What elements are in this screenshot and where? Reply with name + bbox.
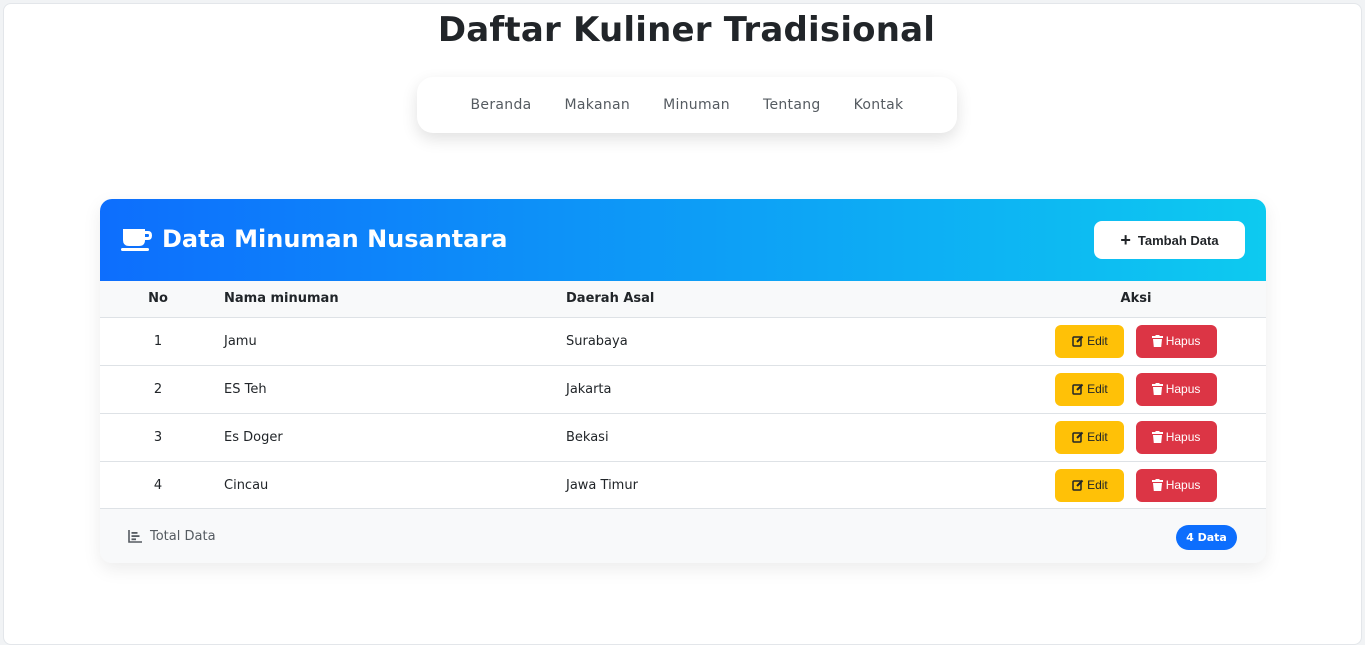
nav-link-tentang[interactable]: Tentang — [746, 97, 837, 113]
cell-name: Cincau — [216, 461, 566, 510]
delete-label: Hapus — [1165, 430, 1201, 444]
add-data-label: Tambah Data — [1137, 232, 1219, 248]
trash-icon — [1151, 383, 1163, 395]
cell-region: Bekasi — [566, 413, 1006, 462]
trash-icon — [1151, 335, 1163, 347]
nav-link-kontak[interactable]: Kontak — [837, 97, 920, 113]
delete-button[interactable]: Hapus — [1135, 324, 1217, 358]
table-row: 3 Es Doger Bekasi Edit Hapus — [100, 413, 1266, 462]
cell-action: Edit Hapus — [1006, 461, 1266, 510]
cell-no: 4 — [100, 461, 216, 510]
edit-label: Edit — [1087, 334, 1108, 348]
card-title: Data Minuman Nusantara — [120, 225, 508, 253]
card-title-text: Data Minuman Nusantara — [162, 225, 508, 253]
cell-region: Jakarta — [566, 365, 1006, 414]
table-header-row: No Nama minuman Daerah Asal Aksi — [100, 281, 1266, 318]
delete-label: Hapus — [1165, 478, 1201, 492]
table-row: 2 ES Teh Jakarta Edit Hapus — [100, 365, 1266, 414]
edit-icon — [1072, 383, 1084, 395]
edit-button[interactable]: Edit — [1055, 372, 1125, 406]
header-action: Aksi — [1006, 281, 1266, 318]
edit-button[interactable]: Edit — [1055, 324, 1125, 358]
total-data-text: Total Data — [150, 529, 216, 544]
cell-action: Edit Hapus — [1006, 413, 1266, 462]
edit-label: Edit — [1087, 478, 1108, 492]
trash-icon — [1151, 431, 1163, 443]
page-title: Daftar Kuliner Tradisional — [437, 10, 936, 50]
cell-no: 3 — [100, 413, 216, 462]
bar-chart-icon — [128, 530, 142, 543]
cell-no: 1 — [100, 317, 216, 366]
edit-button[interactable]: Edit — [1055, 468, 1125, 502]
delete-label: Hapus — [1165, 382, 1201, 396]
edit-label: Edit — [1087, 430, 1108, 444]
cell-name: Jamu — [216, 317, 566, 366]
delete-label: Hapus — [1165, 334, 1201, 348]
table-row: 4 Cincau Jawa Timur Edit Hapus — [100, 461, 1266, 510]
add-data-button[interactable]: + Tambah Data — [1094, 221, 1245, 259]
nav-link-beranda[interactable]: Beranda — [454, 97, 548, 113]
delete-button[interactable]: Hapus — [1135, 420, 1217, 454]
header-name: Nama minuman — [216, 281, 566, 318]
count-badge: 4 Data — [1176, 525, 1237, 550]
plus-icon: + — [1120, 230, 1131, 250]
cell-action: Edit Hapus — [1006, 365, 1266, 414]
card-header: Data Minuman Nusantara + Tambah Data — [100, 199, 1266, 281]
edit-button[interactable]: Edit — [1055, 420, 1125, 454]
delete-button[interactable]: Hapus — [1135, 468, 1217, 502]
edit-icon — [1072, 479, 1084, 491]
card-footer: Total Data 4 Data — [100, 508, 1266, 563]
delete-button[interactable]: Hapus — [1135, 372, 1217, 406]
edit-icon — [1072, 431, 1084, 443]
trash-icon — [1151, 479, 1163, 491]
header-region: Daerah Asal — [566, 281, 1006, 318]
cell-region: Surabaya — [566, 317, 1006, 366]
total-data-label: Total Data — [128, 529, 216, 544]
edit-label: Edit — [1087, 382, 1108, 396]
data-card: Data Minuman Nusantara + Tambah Data No … — [100, 199, 1266, 563]
cell-action: Edit Hapus — [1006, 317, 1266, 366]
nav-link-minuman[interactable]: Minuman — [647, 97, 747, 113]
cell-no: 2 — [100, 365, 216, 414]
edit-icon — [1072, 335, 1084, 347]
cell-name: ES Teh — [216, 365, 566, 414]
drinks-table: No Nama minuman Daerah Asal Aksi 1 Jamu … — [100, 281, 1266, 510]
cell-name: Es Doger — [216, 413, 566, 462]
coffee-cup-icon — [120, 226, 154, 252]
header-no: No — [100, 281, 216, 318]
navbar: Beranda Makanan Minuman Tentang Kontak — [417, 77, 957, 133]
nav-link-makanan[interactable]: Makanan — [548, 97, 647, 113]
table-row: 1 Jamu Surabaya Edit Hapus — [100, 317, 1266, 366]
cell-region: Jawa Timur — [566, 461, 1006, 510]
